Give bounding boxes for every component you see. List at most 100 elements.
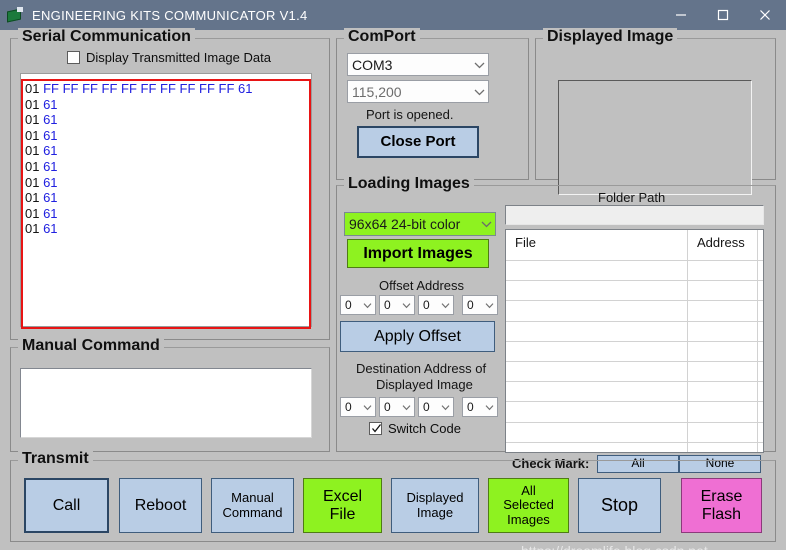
cell-file (506, 422, 688, 442)
serial-line: 01 61 (25, 206, 309, 222)
serial-line-prefix: 01 (25, 158, 44, 174)
destination-address-select-1[interactable]: 0 (379, 397, 415, 417)
close-port-button[interactable]: Close Port (357, 126, 479, 158)
offset-address-select-3[interactable]: 0 (462, 295, 498, 315)
apply-offset-button[interactable]: Apply Offset (340, 321, 495, 352)
destination-address-select-0[interactable]: 0 (340, 397, 376, 417)
watermark: https://dreamlife.blog.csdn.net (521, 543, 708, 550)
file-list-grid[interactable]: File Address (505, 229, 764, 453)
loading-images-caption: Loading Images (344, 175, 474, 193)
switch-code-checkbox[interactable]: Switch Code (369, 421, 461, 436)
transmit-button-manual-command[interactable]: Manual Command (211, 478, 294, 533)
destination-address-select-3[interactable]: 0 (462, 397, 498, 417)
offset-address-select-2[interactable]: 0 (418, 295, 454, 315)
table-row[interactable] (506, 260, 763, 281)
folder-path-input[interactable] (505, 205, 764, 225)
column-header-file: File (506, 230, 688, 260)
cell-address (688, 382, 758, 402)
baudrate-select-value: 115,200 (352, 83, 402, 100)
folder-path-label: Folder Path (598, 190, 666, 205)
chevron-down-icon (399, 404, 414, 411)
serial-line-hex: FF FF FF FF FF FF FF FF FF FF 61 (43, 81, 253, 96)
chevron-down-icon (360, 404, 375, 411)
offset-address-select-value-0: 0 (345, 298, 352, 312)
transmit-button-label: All Selected Images (503, 482, 554, 527)
transmit-button-label: Stop (600, 495, 639, 516)
transmit-caption: Transmit (18, 450, 93, 468)
cell-address (688, 361, 758, 382)
serial-line-hex: 61 (43, 205, 58, 221)
offset-address-select-1[interactable]: 0 (379, 295, 415, 315)
chevron-down-icon (399, 302, 414, 309)
cell-file (506, 341, 688, 361)
comport-status-text: Port is opened. (366, 107, 454, 122)
serial-line-hex: 61 (43, 112, 58, 128)
displayed-image-caption: Displayed Image (543, 28, 678, 46)
minimize-icon[interactable] (660, 0, 702, 30)
title-bar: ENGINEERING KITS COMMUNICATOR V1.4 (0, 0, 786, 30)
serial-line-hex: 61 (43, 143, 58, 159)
table-row[interactable] (506, 280, 763, 301)
serial-line: 01 61 (25, 159, 309, 175)
window-controls (660, 0, 786, 30)
file-list-header: File Address (506, 230, 763, 260)
comport-caption: ComPort (344, 28, 420, 46)
import-images-label: Import Images (363, 244, 473, 262)
maximize-icon[interactable] (702, 0, 744, 30)
transmit-button-all-selected-images[interactable]: All Selected Images (488, 478, 569, 533)
table-row[interactable] (506, 320, 763, 341)
image-format-select[interactable]: 96x64 24-bit color (344, 212, 496, 236)
transmit-button-displayed-image[interactable]: Displayed Image (391, 478, 479, 533)
close-port-label: Close Port (380, 132, 456, 150)
table-row[interactable] (506, 441, 763, 452)
chevron-down-icon (471, 61, 488, 69)
serial-line: 01 61 (25, 190, 309, 206)
checkbox-box (369, 422, 382, 435)
display-transmitted-image-data-checkbox[interactable]: Display Transmitted Image Data (67, 50, 271, 65)
destination-address-label-line2: Displayed Image (376, 377, 473, 392)
apply-offset-label: Apply Offset (374, 327, 461, 345)
table-row[interactable] (506, 340, 763, 361)
serial-line-hex: 61 (43, 158, 58, 174)
transmit-button-call[interactable]: Call (24, 478, 109, 533)
window-title: ENGINEERING KITS COMMUNICATOR V1.4 (32, 7, 308, 23)
manual-command-caption: Manual Command (18, 337, 164, 355)
offset-address-label: Offset Address (379, 278, 465, 293)
serial-output-textarea[interactable]: 01 FF FF FF FF FF FF FF FF FF FF 61 01 61… (20, 73, 312, 327)
offset-address-select-value-2: 0 (423, 298, 430, 312)
offset-address-select-0[interactable]: 0 (340, 295, 376, 315)
table-row[interactable] (506, 360, 763, 382)
switch-code-label: Switch Code (388, 421, 461, 436)
transmit-button-excel-file[interactable]: Excel File (303, 478, 382, 533)
table-row[interactable] (506, 381, 763, 402)
close-icon[interactable] (744, 0, 786, 30)
comport-select-value: COM3 (352, 56, 393, 73)
destination-address-select-value-3: 0 (467, 400, 474, 414)
cell-file (506, 442, 688, 452)
transmit-button-reboot[interactable]: Reboot (119, 478, 202, 533)
offset-address-select-value-3: 0 (467, 298, 474, 312)
comport-select[interactable]: COM3 (347, 53, 489, 76)
destination-address-select-2[interactable]: 0 (418, 397, 454, 417)
transmit-button-stop[interactable]: Stop (578, 478, 661, 533)
serial-line-prefix: 01 (25, 143, 44, 159)
serial-line-hex: 61 (43, 127, 58, 143)
table-row[interactable] (506, 421, 763, 442)
chevron-down-icon (478, 220, 495, 228)
destination-address-select-value-1: 0 (384, 400, 391, 414)
table-row[interactable] (506, 401, 763, 422)
serial-line: 01 61 (25, 221, 309, 237)
cell-file (506, 382, 688, 402)
serial-line-prefix: 01 (25, 190, 44, 206)
folder-path-value (506, 206, 763, 210)
transmit-button-erase-flash[interactable]: Erase Flash (681, 478, 762, 533)
serial-line-prefix: 01 (25, 112, 44, 128)
import-images-button[interactable]: Import Images (347, 239, 489, 268)
baudrate-select[interactable]: 115,200 (347, 80, 489, 103)
column-header-address: Address (688, 230, 758, 260)
table-row[interactable] (506, 300, 763, 321)
chevron-down-icon (438, 302, 453, 309)
manual-command-input[interactable] (20, 368, 312, 438)
serial-line-hex: 61 (43, 190, 58, 206)
cell-address (688, 422, 758, 442)
